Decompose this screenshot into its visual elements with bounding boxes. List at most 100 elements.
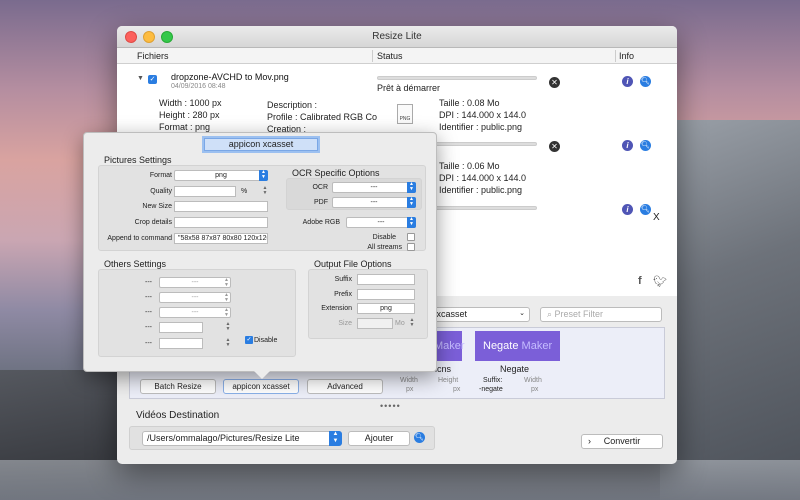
titlebar: Resize Lite [117,26,677,48]
adobe-rgb-value: --- [377,219,385,226]
file-height: Height : 280 px [159,110,220,120]
png-file-icon: PNG [397,104,413,124]
window-close-button[interactable] [125,31,137,43]
twitter-icon[interactable]: 🐦︎ [653,275,667,288]
file-profile: Profile : Calibrated RGB Co [267,112,378,122]
window-minimize-button[interactable] [143,31,155,43]
file-width: Width : 1000 px [159,98,222,108]
quality-label: Quality [150,188,172,195]
tab-appicon-xcasset[interactable]: appicon xcasset [223,379,299,394]
magnifier-icon[interactable]: 🔍︎ [640,76,651,87]
destination-path: /Users/ommalago/Pictures/Resize Lite [147,433,300,443]
file-identifier: Identifier : public.png [439,122,523,132]
remove-file-button[interactable]: ✕ [549,77,560,88]
icns-label: icns [435,364,452,374]
ocr-value: --- [370,184,378,191]
file-properties: Description : Profile : Calibrated RGB C… [267,99,377,135]
chevron-updown-icon: ▲ ▼ [224,307,229,318]
suffix-label: Suffix [334,276,352,283]
info-icon[interactable]: i [622,204,633,215]
file-dimensions: Width : 1000 px Height : 280 px Format :… [159,97,222,133]
others-settings-label: Others Settings [104,259,167,269]
chevron-updown-icon: ▲ ▼ [329,431,342,446]
close-x-label[interactable]: X [653,212,660,223]
file-size: Taille : 0.08 Mo [439,98,500,108]
other-select-2[interactable]: --- ▲ ▼ [159,292,231,303]
format-value: png [215,172,227,179]
file-name: dropzone-AVCHD to Mov.png [171,72,289,82]
magnifier-icon[interactable]: 🔍︎ [414,432,425,443]
column-files[interactable]: Fichiers [137,51,169,61]
width-label: Width [400,377,418,384]
format-select[interactable]: png ▲ ▼ [174,170,268,181]
crop-details-input[interactable] [174,217,268,228]
magnifier-icon[interactable]: 🔍︎ [640,140,651,151]
chevron-right-icon: › [588,436,591,446]
size-input[interactable] [357,318,393,329]
all-streams-checkbox[interactable] [407,243,415,251]
convert-label: Convertir [603,436,641,446]
suffix-label: Suffix: [483,377,503,384]
column-info[interactable]: Info [619,51,634,61]
pdf-select[interactable]: --- ▲ ▼ [332,197,416,208]
magnifier-icon[interactable]: 🔍︎ [640,204,651,215]
other-stepper-1[interactable]: ▲ ▼ [225,322,231,333]
others-disable-checkbox[interactable]: ✓ [245,336,253,344]
other-select-value: --- [191,309,199,316]
chevron-updown-icon: ▲ ▼ [224,277,229,288]
other-select-value: --- [191,279,199,286]
page-dots[interactable]: ••••• [380,401,401,411]
ocr-select[interactable]: --- ▲ ▼ [332,182,416,193]
destination-path-select[interactable]: /Users/ommalago/Pictures/Resize Lite ▲ ▼ [142,431,342,446]
other-select-value: --- [191,294,199,301]
other-select-1[interactable]: --- ▲ ▼ [159,277,231,288]
window-zoom-button[interactable] [161,31,173,43]
destination-box: /Users/ommalago/Pictures/Resize Lite ▲ ▼ … [129,426,435,450]
magnifier-icon: ⌕ [547,309,555,319]
preset-name-field[interactable]: appicon xcasset [204,138,318,151]
append-command-input[interactable]: "58x58 87x87 80x80 120x120 [174,233,268,244]
append-command-label: Append to command [107,235,172,242]
info-icon[interactable]: i [622,140,633,151]
adobe-rgb-select[interactable]: --- ▲ ▼ [346,217,416,228]
quality-input[interactable] [174,186,236,197]
tab-advanced[interactable]: Advanced [307,379,383,394]
suffix-input[interactable] [357,274,415,285]
new-size-input[interactable] [174,201,268,212]
prefix-input[interactable] [357,289,415,300]
negate-maker-button[interactable]: Negate Maker [475,331,561,361]
preset-filter-input[interactable]: ⌕ Preset Filter [540,307,662,322]
px-label: px [531,386,539,393]
ocr-label: OCR [312,184,328,191]
column-separator [372,50,373,62]
column-status[interactable]: Status [377,51,403,61]
remove-file-button[interactable]: ✕ [549,141,560,152]
disable-label: Disable [372,234,396,241]
disclosure-triangle-icon[interactable]: ▼ [137,75,144,82]
info-icon[interactable]: i [622,76,633,87]
all-streams-label: All streams [367,244,402,251]
wallpaper-mountain [660,120,800,500]
size-stepper[interactable]: ▲ ▼ [409,318,415,329]
disable-checkbox[interactable] [407,233,415,241]
crop-details-label: Crop details [134,219,172,226]
maker-main-label: Negate [483,340,519,352]
add-destination-button[interactable]: Ajouter [348,431,410,446]
other-select-3[interactable]: --- ▲ ▼ [159,307,231,318]
quality-stepper[interactable]: ▲ ▼ [262,186,268,197]
popover-arrow [254,371,270,379]
extension-input[interactable]: png [357,303,415,314]
tab-batch-resize[interactable]: Batch Resize [140,379,216,394]
px-label: px [453,386,461,393]
preset-select[interactable]: n xcasset ⌄ [422,307,530,322]
adobe-rgb-label: Adobe RGB [302,219,340,226]
dash-label: --- [145,340,152,347]
other-input-2[interactable] [159,338,203,349]
file-status: Prêt à démarrer [377,83,441,93]
convert-button[interactable]: › Convertir [581,434,663,449]
other-input-1[interactable] [159,322,203,333]
facebook-icon[interactable]: f [638,275,642,287]
file-checkbox[interactable]: ✓ [148,75,157,84]
file-tech-info: Taille : 0.08 Mo DPI : 144.000 x 144.0 I… [439,97,526,133]
other-stepper-2[interactable]: ▲ ▼ [225,338,231,349]
